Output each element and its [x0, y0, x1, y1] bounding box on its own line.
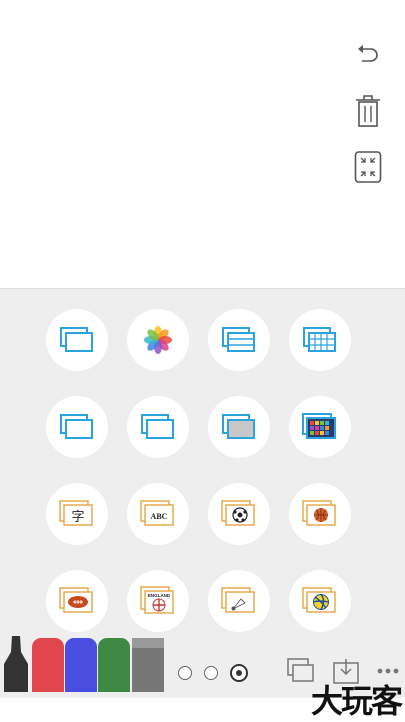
football-card-icon — [59, 587, 93, 613]
background-grid: 字 ABC ENGLAND — [46, 309, 351, 632]
chinese-char-card-icon: 字 — [59, 500, 93, 526]
red-marker[interactable] — [32, 638, 64, 692]
color-grid-card-icon — [302, 413, 336, 439]
background-option-lined[interactable] — [208, 309, 270, 371]
background-option-volleyball[interactable] — [289, 570, 351, 632]
soccer-card-icon — [221, 500, 255, 526]
undo-button[interactable] — [353, 38, 383, 72]
black-marker[interactable] — [2, 634, 30, 692]
side-toolbar — [353, 38, 383, 206]
abc-card-icon: ABC — [140, 500, 174, 526]
background-option-grid[interactable] — [289, 309, 351, 371]
delete-button[interactable] — [353, 94, 383, 128]
green-marker[interactable] — [98, 638, 130, 692]
undo-icon — [358, 45, 378, 62]
page-dot-1[interactable] — [178, 666, 192, 680]
background-option-soccer[interactable] — [208, 483, 270, 545]
background-option-england[interactable]: ENGLAND — [127, 570, 189, 632]
page-dot-3-active[interactable] — [230, 664, 248, 682]
svg-text:ENGLAND: ENGLAND — [148, 593, 171, 598]
gray-card-icon — [222, 414, 255, 439]
background-option-abc[interactable]: ABC — [127, 483, 189, 545]
brand-watermark: 大玩客 — [310, 682, 403, 720]
eraser[interactable] — [132, 638, 164, 692]
background-option-blank[interactable] — [46, 309, 108, 371]
page-dot-2[interactable] — [204, 666, 218, 680]
background-option-blank-2[interactable] — [46, 396, 108, 458]
drawing-canvas[interactable] — [0, 0, 405, 288]
background-option-blank-3[interactable] — [127, 396, 189, 458]
england-card-icon: ENGLAND — [140, 586, 174, 614]
page-indicator — [178, 664, 248, 682]
background-option-badminton[interactable] — [208, 570, 270, 632]
blank-card-icon — [60, 414, 93, 439]
basketball-card-icon — [302, 500, 336, 526]
background-option-photos[interactable] — [127, 309, 189, 371]
blue-marker[interactable] — [65, 638, 97, 692]
blank-card-icon — [60, 327, 93, 352]
background-option-football[interactable] — [46, 570, 108, 632]
blank-card-icon — [141, 414, 174, 439]
badminton-card-icon — [221, 587, 255, 613]
background-option-chinese[interactable]: 字 — [46, 483, 108, 545]
background-option-color-grid[interactable] — [289, 396, 351, 458]
background-option-gray[interactable] — [208, 396, 270, 458]
collapse-screen-icon — [354, 151, 382, 183]
trash-icon — [356, 95, 380, 127]
photo-library-icon — [144, 326, 172, 354]
background-option-basketball[interactable] — [289, 483, 351, 545]
volleyball-card-icon — [302, 587, 336, 613]
more-icon[interactable] — [377, 667, 399, 675]
svg-text:字: 字 — [71, 510, 84, 525]
svg-text:ABC: ABC — [151, 512, 168, 521]
grid-card-icon — [303, 327, 336, 352]
fullscreen-button[interactable] — [353, 150, 383, 184]
lined-card-icon — [222, 327, 255, 352]
